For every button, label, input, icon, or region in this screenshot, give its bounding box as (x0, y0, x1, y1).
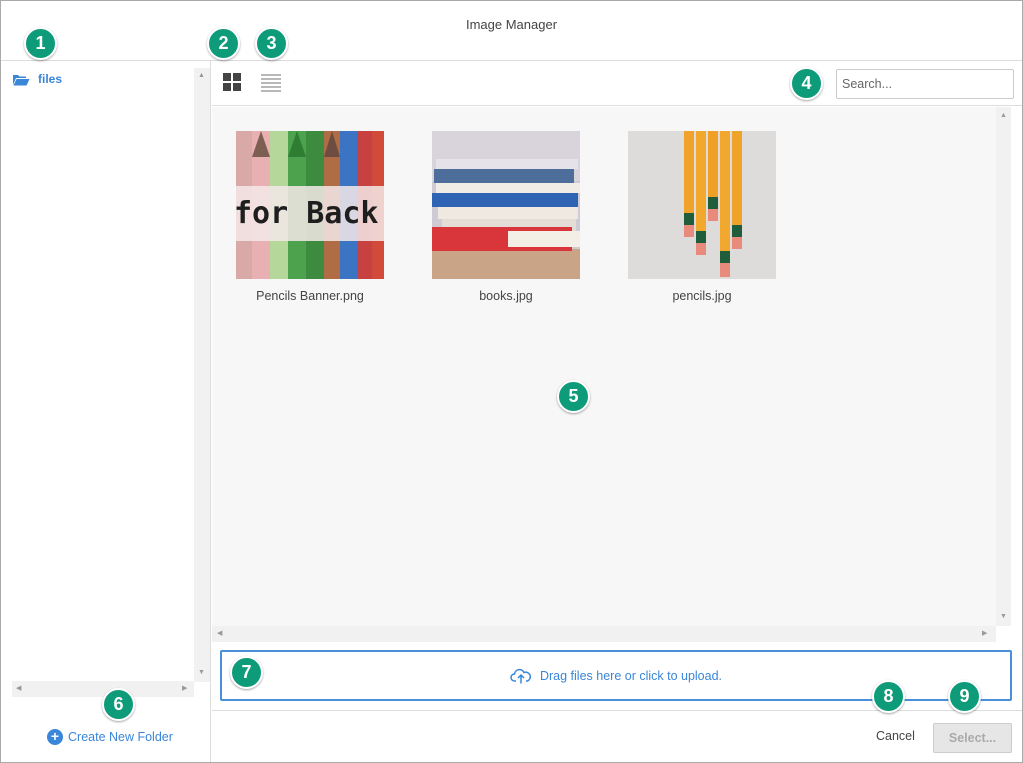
grid-view-icon (223, 73, 241, 91)
scroll-down-icon[interactable]: ▼ (1000, 612, 1007, 622)
callout-badge: 2 (207, 27, 240, 60)
create-folder-label: Create New Folder (68, 730, 173, 744)
callout-badge: 6 (102, 688, 135, 721)
folder-tree: files (1, 68, 194, 682)
content-vertical-scrollbar[interactable]: ▲ ▼ (996, 107, 1011, 626)
file-tile[interactable]: pencils.jpg (627, 131, 777, 303)
file-thumbnail: for Back to (236, 131, 384, 279)
folder-item-files[interactable]: files (12, 70, 62, 88)
dialog-title: Image Manager (1, 1, 1022, 61)
scroll-down-icon[interactable]: ▼ (198, 668, 205, 678)
callout-badge: 1 (24, 27, 57, 60)
folder-vertical-scrollbar[interactable]: ▲ ▼ (194, 68, 210, 682)
scroll-left-icon[interactable]: ◀ (16, 684, 21, 694)
scroll-right-icon[interactable]: ▶ (182, 684, 187, 694)
cancel-button[interactable]: Cancel (876, 729, 915, 743)
file-name: Pencils Banner.png (256, 289, 364, 303)
select-button[interactable]: Select... (933, 723, 1012, 753)
file-thumbnail (628, 131, 776, 279)
list-view-button[interactable] (260, 71, 282, 93)
file-name: pencils.jpg (672, 289, 732, 303)
folder-label: files (38, 72, 63, 86)
callout-badge: 4 (790, 67, 823, 100)
file-tile[interactable]: for Back to Pencils Banner.png (235, 131, 385, 303)
thumbnail-banner-text: for Back to (236, 196, 384, 231)
scroll-right-icon[interactable]: ▶ (982, 629, 987, 639)
content-horizontal-scrollbar[interactable]: ◀ ▶ (212, 626, 996, 642)
create-new-folder-button[interactable]: + Create New Folder (47, 729, 173, 745)
image-manager-dialog: Image Manager files ▲ ▼ ◀ ▶ + Create New… (0, 0, 1023, 763)
callout-badge: 5 (557, 380, 590, 413)
file-browser-content[interactable]: for Back to Pencils Banner.png (212, 107, 996, 626)
callout-badge: 3 (255, 27, 288, 60)
search-input[interactable] (836, 69, 1014, 99)
file-tile[interactable]: books.jpg (431, 131, 581, 303)
folder-open-icon (13, 74, 30, 85)
callout-badge: 7 (230, 656, 263, 689)
list-view-icon (261, 74, 281, 92)
scroll-up-icon[interactable]: ▲ (1000, 111, 1007, 121)
callout-badge: 8 (872, 680, 905, 713)
cloud-upload-icon (510, 668, 532, 683)
plus-circle-icon: + (47, 729, 63, 745)
file-thumbnail (432, 131, 580, 279)
scroll-left-icon[interactable]: ◀ (217, 629, 222, 639)
folder-horizontal-scrollbar[interactable]: ◀ ▶ (12, 681, 194, 697)
toolbar (212, 61, 1022, 106)
callout-badge: 9 (948, 680, 981, 713)
file-name: books.jpg (479, 289, 533, 303)
folder-pane: files ▲ ▼ ◀ ▶ + Create New Folder (1, 61, 211, 762)
upload-label: Drag files here or click to upload. (539, 668, 723, 683)
grid-view-button[interactable] (222, 71, 244, 93)
dialog-footer: Cancel Select... (212, 710, 1022, 762)
scroll-up-icon[interactable]: ▲ (198, 71, 205, 81)
